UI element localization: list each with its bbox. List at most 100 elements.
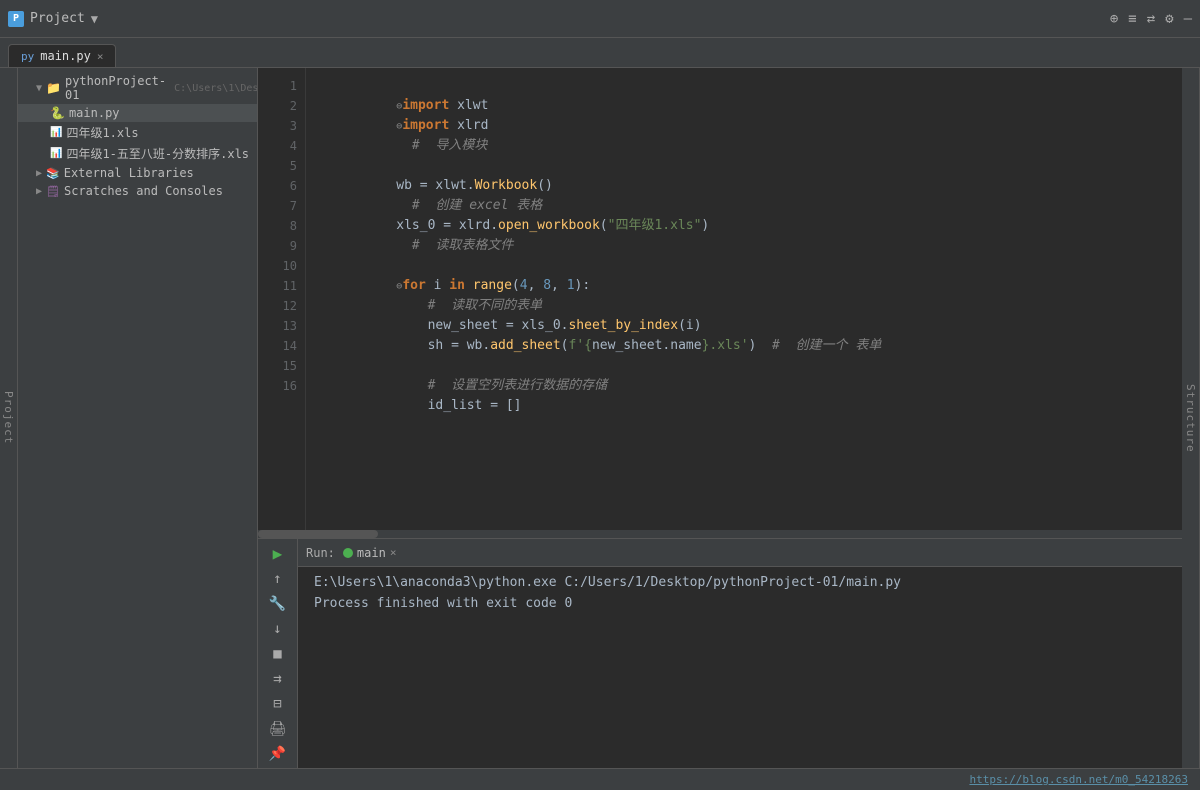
py-file-icon: py	[21, 50, 34, 63]
module-xlwt: xlwt	[449, 98, 488, 113]
file-tree: ▼ 📁 pythonProject-01 C:\Users\1\Desktop\…	[18, 68, 257, 204]
library-icon: 📚	[46, 167, 60, 180]
line-num-16: 16	[258, 376, 305, 396]
run-collapse-button[interactable]: ⊟	[264, 693, 292, 714]
comma-1: ,	[528, 278, 544, 293]
paren-close-range: ):	[575, 278, 591, 293]
comment-line-13: # 创建一个 表单	[756, 338, 881, 353]
tree-item-external-libs[interactable]: ▶ 📚 External Libraries	[18, 164, 257, 182]
op-eq-12: =	[498, 318, 521, 333]
xls-file-icon: 📊	[50, 127, 62, 138]
line-numbers: 1 2 3 4 5 6 7 8 9 10 11 12 13 14 15 16	[258, 68, 306, 530]
module-xlrd: xlrd	[449, 118, 488, 133]
gear-icon[interactable]: ⚙	[1165, 11, 1173, 27]
line-num-10: 10	[258, 256, 305, 276]
tree-item-main-py[interactable]: 🐍 main.py	[18, 104, 257, 122]
line-num-13: 13	[258, 316, 305, 336]
var-xls0: xls_0	[396, 218, 435, 233]
run-down-button[interactable]: ↓	[264, 618, 292, 639]
paren-close-7: )	[701, 218, 709, 233]
tab-main-py[interactable]: py main.py ×	[8, 44, 116, 67]
keyword-for: for	[402, 278, 425, 293]
keyword-import-2: import	[402, 118, 449, 133]
paren-13: (	[561, 338, 569, 353]
external-libs-label: External Libraries	[64, 166, 194, 180]
func-range: range	[473, 278, 512, 293]
main-layout: Project ▼ 📁 pythonProject-01 C:\Users\1\…	[0, 68, 1200, 768]
line-num-3: 3	[258, 116, 305, 136]
xls0-sheet: xls_0.	[522, 318, 569, 333]
tree-item-xls1[interactable]: 📊 四年级1.xls	[18, 122, 257, 143]
line-num-14: 14	[258, 336, 305, 356]
tab-label: main.py	[40, 49, 91, 63]
op-eq-5: =	[412, 178, 435, 193]
var-sh: sh	[396, 338, 443, 353]
run-tab-close[interactable]: ×	[390, 546, 397, 559]
paren-5: ()	[537, 178, 553, 193]
run-tab-bar: Run: main ×	[298, 539, 1182, 567]
var-new-sheet: new_sheet	[396, 318, 498, 333]
op-eq-7: =	[435, 218, 458, 233]
paren-close-12: )	[694, 318, 702, 333]
comment-line-6: # 创建 excel 表格	[396, 198, 542, 213]
run-next-button[interactable]: ⇉	[264, 668, 292, 689]
xls-file-icon-2: 📊	[50, 148, 62, 159]
line-num-15: 15	[258, 356, 305, 376]
line-num-8: 8	[258, 216, 305, 236]
var-i-12: i	[686, 318, 694, 333]
navigate-icon[interactable]: ⊕	[1110, 11, 1118, 27]
tab-close-icon[interactable]: ×	[97, 50, 104, 63]
paren-range: (	[512, 278, 520, 293]
num-1: 1	[567, 278, 575, 293]
run-stop-button[interactable]: ■	[264, 643, 292, 664]
title-bar: P Project ▼ ⊕ ≡ ⇄ ⚙ —	[0, 0, 1200, 38]
run-up-button[interactable]: ↑	[264, 568, 292, 589]
comment-line-15: # 设置空列表进行数据的存储	[396, 378, 607, 393]
run-play-button[interactable]: ▶	[264, 543, 292, 564]
code-area: 1 2 3 4 5 6 7 8 9 10 11 12 13 14 15 16	[258, 68, 1182, 530]
fstring-13: f'	[569, 338, 585, 353]
project-folder-label: pythonProject-01	[65, 74, 166, 102]
run-tool-button[interactable]: 🔧	[264, 593, 292, 614]
tree-item-project[interactable]: ▼ 📁 pythonProject-01 C:\Users\1\Desktop\	[18, 72, 257, 104]
run-tab-main[interactable]: main ×	[343, 546, 397, 560]
code-line-15: # 设置空列表进行数据的存储	[318, 356, 1170, 376]
var-i: i	[426, 278, 449, 293]
chevron-right-icon: ▶	[36, 168, 42, 179]
tree-item-scratches[interactable]: ▶ 🗒 Scratches and Consoles	[18, 182, 257, 200]
fstring-brace-open: {	[584, 338, 592, 353]
tab-bar: py main.py ×	[0, 38, 1200, 68]
comma-2: ,	[551, 278, 567, 293]
wb-add: wb.	[467, 338, 490, 353]
run-icons-bar: ▶ ↑ 🔧 ↓ ■ ⇉ ⊟ 🖨 📌	[258, 539, 298, 768]
run-print-button[interactable]: 🖨	[264, 718, 292, 739]
xls1-label: 四年级1.xls	[66, 124, 138, 141]
func-add-sheet: add_sheet	[490, 338, 560, 353]
code-line-5: wb = xlwt.Workbook()	[318, 156, 1170, 176]
run-label: Run:	[306, 546, 335, 560]
xlrd-open: xlrd.	[459, 218, 498, 233]
sync-icon[interactable]: ⇄	[1147, 11, 1155, 27]
code-line-1: ⊖import xlwt	[318, 76, 1170, 96]
run-command: E:\Users\1\anaconda3\python.exe C:/Users…	[314, 575, 1166, 590]
dropdown-chevron[interactable]: ▼	[91, 12, 98, 26]
code-content[interactable]: ⊖import xlwt ⊖import xlrd # 导入模块 wb = xl…	[306, 68, 1182, 530]
horizontal-scrollbar[interactable]	[258, 530, 1182, 538]
title-bar-left: P Project ▼	[8, 11, 98, 27]
scroll-thumb[interactable]	[258, 530, 378, 538]
line-num-1: 1	[258, 76, 305, 96]
project-icon: P	[8, 11, 24, 27]
tree-item-xls2[interactable]: 📊 四年级1-五至八班-分数排序.xls	[18, 143, 257, 164]
minimize-icon[interactable]: —	[1184, 11, 1192, 27]
code-editor: 1 2 3 4 5 6 7 8 9 10 11 12 13 14 15 16	[258, 68, 1182, 768]
num-4: 4	[520, 278, 528, 293]
list-icon[interactable]: ≡	[1128, 11, 1136, 27]
status-url[interactable]: https://blog.csdn.net/m0_54218263	[969, 773, 1188, 786]
code-line-10: ⊖for i in range(4, 8, 1):	[318, 256, 1170, 276]
line-num-9: 9	[258, 236, 305, 256]
paren-7: (	[600, 218, 608, 233]
title-bar-icons: ⊕ ≡ ⇄ ⚙ —	[1110, 11, 1192, 27]
main-py-label: main.py	[69, 106, 120, 120]
run-pin-button[interactable]: 📌	[264, 743, 292, 764]
comment-line-3: # 导入模块	[396, 138, 487, 153]
